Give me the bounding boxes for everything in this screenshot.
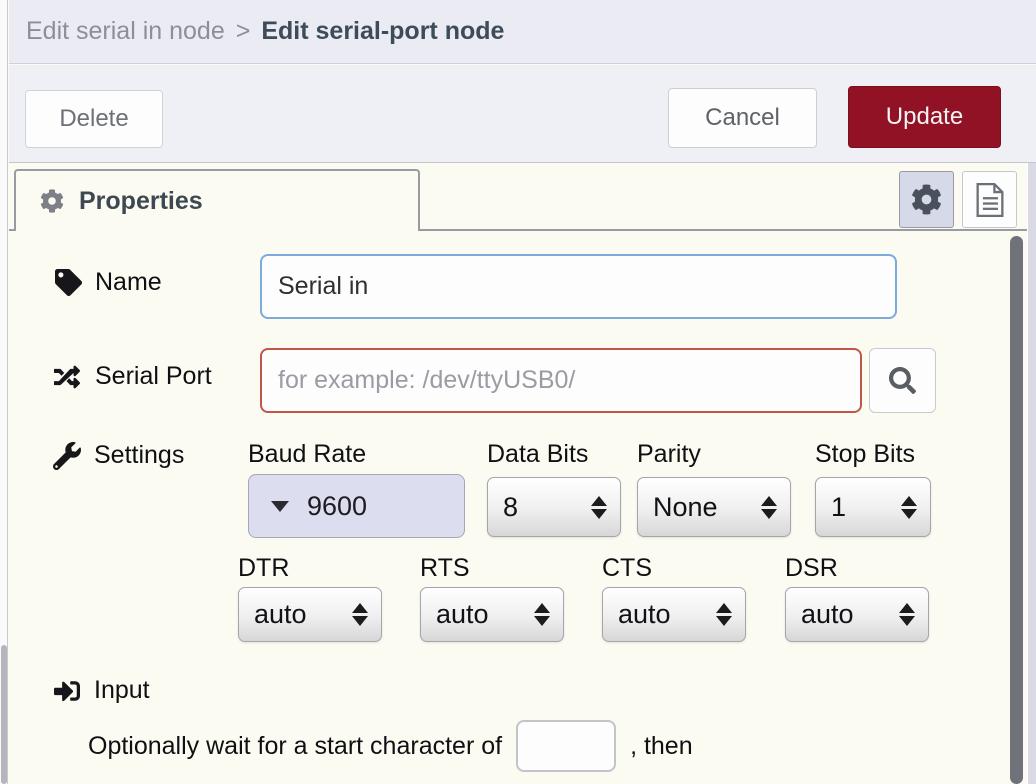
node-info-button[interactable] (962, 171, 1017, 228)
stop-bits-select[interactable]: 1 (815, 477, 931, 537)
serial-port-field[interactable] (260, 348, 862, 413)
wait-text-after: , then (630, 732, 693, 761)
delete-button[interactable]: Delete (25, 90, 163, 148)
dsr-value: auto (801, 599, 854, 630)
parity-value: None (653, 492, 718, 523)
update-button[interactable]: Update (848, 86, 1001, 148)
parity-label: Parity (637, 440, 701, 469)
wait-start-character-row: Optionally wait for a start character of… (88, 720, 693, 772)
data-bits-label: Data Bits (487, 440, 588, 469)
tag-icon (55, 269, 82, 296)
select-stepper-arrows (534, 603, 550, 626)
gear-icon (40, 189, 64, 213)
caret-down-icon (271, 501, 289, 512)
data-bits-value: 8 (503, 492, 518, 523)
stop-bits-value: 1 (831, 492, 846, 523)
dialog-toolbar: Delete Cancel Update (9, 65, 1036, 163)
search-icon (889, 367, 916, 394)
wrench-icon (53, 442, 81, 470)
gear-icon (911, 184, 942, 215)
select-stepper-arrows (761, 496, 777, 519)
shuffle-icon (52, 364, 82, 390)
input-section-label: Input (53, 676, 150, 705)
serial-port-field-label: Serial Port (52, 362, 212, 391)
parity-select[interactable]: None (637, 477, 791, 537)
baud-rate-value: 9600 (307, 491, 367, 522)
cts-select[interactable]: auto (602, 587, 746, 642)
wait-text-before: Optionally wait for a start character of (88, 732, 502, 761)
select-stepper-arrows (352, 603, 368, 626)
cancel-button[interactable]: Cancel (668, 88, 817, 148)
select-stepper-arrows (716, 603, 732, 626)
baud-rate-label: Baud Rate (248, 440, 366, 469)
dsr-label: DSR (785, 554, 838, 583)
settings-section-label: Settings (53, 441, 184, 470)
window-right-edge (1027, 163, 1036, 784)
dtr-value: auto (254, 599, 307, 630)
select-stepper-arrows (591, 496, 607, 519)
start-character-field[interactable] (516, 720, 616, 772)
breadcrumb-separator: > (236, 17, 251, 46)
node-settings-button[interactable] (899, 171, 954, 228)
select-stepper-arrows (901, 496, 917, 519)
name-field[interactable] (260, 254, 897, 319)
window-left-edge (0, 0, 8, 784)
dsr-select[interactable]: auto (785, 587, 929, 642)
data-bits-select[interactable]: 8 (487, 477, 621, 537)
vertical-scrollbar-thumb[interactable] (1010, 236, 1023, 784)
left-scrollbar-thumb[interactable] (1, 645, 7, 784)
breadcrumb-current: Edit serial-port node (261, 17, 504, 46)
select-stepper-arrows (899, 603, 915, 626)
dtr-label: DTR (238, 554, 289, 583)
rts-value: auto (436, 599, 489, 630)
rts-label: RTS (420, 554, 470, 583)
stop-bits-label: Stop Bits (815, 440, 915, 469)
dialog-header: Edit serial in node > Edit serial-port n… (9, 0, 1036, 64)
tab-properties[interactable]: Properties (14, 169, 420, 231)
cts-label: CTS (602, 554, 652, 583)
name-field-label: Name (55, 268, 162, 297)
sign-in-icon (53, 678, 81, 704)
baud-rate-select[interactable]: 9600 (248, 474, 465, 538)
breadcrumb-parent: Edit serial in node (26, 17, 225, 46)
tab-properties-label: Properties (79, 187, 203, 216)
doc-icon (975, 182, 1005, 218)
cts-value: auto (618, 599, 671, 630)
serial-port-search-button[interactable] (869, 348, 936, 413)
rts-select[interactable]: auto (420, 587, 564, 642)
dtr-select[interactable]: auto (238, 587, 382, 642)
